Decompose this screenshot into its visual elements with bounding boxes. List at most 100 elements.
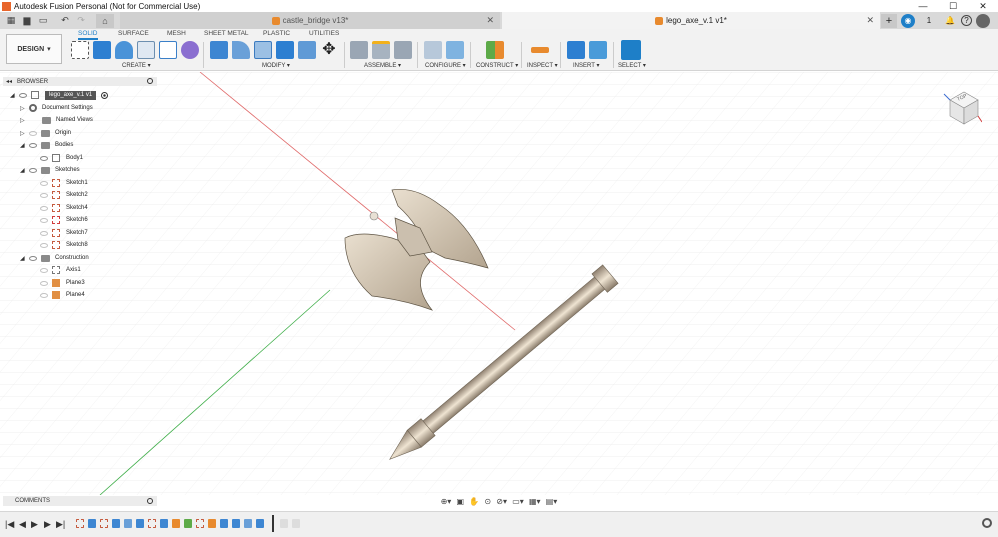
browser-panel-header[interactable]: ◂◂ BROWSER: [3, 77, 157, 86]
close-tab-icon[interactable]: ✕: [486, 15, 494, 26]
combine-icon[interactable]: [276, 41, 294, 59]
shell-icon[interactable]: [254, 41, 272, 59]
visibility-eye-icon[interactable]: [29, 255, 37, 261]
timeline-sketch-feature[interactable]: [100, 519, 108, 528]
workspace-switcher[interactable]: DESIGN ▾: [6, 34, 62, 64]
assemble-menu[interactable]: ASSEMBLE ▾: [364, 62, 401, 69]
minimize-button[interactable]: —: [908, 0, 938, 12]
timeline-play-button[interactable]: ▶: [31, 519, 38, 530]
visibility-eye-icon[interactable]: [29, 130, 37, 136]
timeline-sketch-feature[interactable]: [76, 519, 84, 528]
zoom-icon[interactable]: ⊙: [484, 497, 491, 506]
help-icon[interactable]: ?: [961, 15, 972, 26]
user-avatar[interactable]: [976, 13, 990, 28]
timeline-extrude-feature[interactable]: [88, 519, 96, 528]
grid-settings-icon[interactable]: ▦▾: [529, 497, 541, 506]
timeline-extrude-feature[interactable]: [220, 519, 228, 528]
undo-icon[interactable]: ↶: [58, 14, 72, 28]
browser-item-plane[interactable]: Plane3: [40, 278, 85, 288]
browser-pin-icon[interactable]: [147, 78, 153, 84]
visibility-eye-icon[interactable]: [40, 242, 48, 248]
look-at-icon[interactable]: ▣: [457, 497, 465, 506]
timeline-extrude-feature[interactable]: [232, 519, 240, 528]
timeline-extrude-feature[interactable]: [160, 519, 168, 528]
visibility-eye-icon[interactable]: [40, 292, 48, 298]
browser-item-construction[interactable]: ◢ Construction: [20, 253, 89, 263]
select-menu[interactable]: SELECT ▾: [618, 62, 646, 69]
new-component-icon[interactable]: [350, 41, 368, 59]
hole-icon[interactable]: [137, 41, 155, 59]
pan-icon[interactable]: ✋: [469, 497, 479, 506]
new-tab-icon[interactable]: +: [881, 13, 897, 28]
timeline-construct-feature[interactable]: [184, 519, 192, 528]
insert-menu[interactable]: INSERT ▾: [573, 62, 599, 69]
visibility-eye-icon[interactable]: [40, 217, 48, 223]
browser-item-plane[interactable]: Plane4: [40, 290, 85, 300]
comments-add-icon[interactable]: [147, 498, 153, 504]
3d-viewport[interactable]: [0, 72, 998, 495]
configure-menu[interactable]: CONFIGURE ▾: [425, 62, 466, 69]
tab-surface[interactable]: SURFACE: [118, 30, 149, 37]
job-status-icon[interactable]: 1: [919, 14, 939, 28]
press-pull-icon[interactable]: [210, 41, 228, 59]
collapse-browser-icon[interactable]: ◂◂: [6, 78, 12, 85]
visibility-eye-icon[interactable]: [40, 205, 48, 211]
timeline-sketch-feature[interactable]: [148, 519, 156, 528]
measure-icon[interactable]: [531, 47, 549, 53]
home-icon[interactable]: ⌂: [96, 13, 114, 28]
as-built-joint-icon[interactable]: [394, 41, 412, 59]
browser-item-sketch[interactable]: Sketch6: [40, 215, 88, 225]
visibility-eye-icon[interactable]: [29, 167, 37, 173]
browser-item-named-views[interactable]: ▷ Named Views: [20, 115, 93, 125]
expand-triangle-icon[interactable]: ▷: [20, 130, 26, 137]
browser-item-sketch[interactable]: Sketch1: [40, 178, 88, 188]
viewports-icon[interactable]: ▤▾: [546, 497, 558, 506]
viewcube[interactable]: TOP: [942, 88, 983, 128]
create-sketch-icon[interactable]: [71, 41, 89, 59]
timeline-plane-feature[interactable]: [172, 519, 180, 528]
data-panel-icon[interactable]: ▦: [4, 14, 18, 28]
timeline-marker[interactable]: [272, 515, 274, 532]
tab-plastic[interactable]: PLASTIC: [263, 30, 290, 37]
extrude-icon[interactable]: [93, 41, 111, 59]
timeline-prev-button[interactable]: ◀: [19, 519, 26, 530]
browser-root[interactable]: ◢ lego_axe_v.1 v1: [10, 90, 109, 100]
browser-item-axis[interactable]: Axis1: [40, 265, 81, 275]
timeline-sketch-feature[interactable]: [196, 519, 204, 528]
timeline-next-button[interactable]: ▶: [44, 519, 51, 530]
browser-item-origin[interactable]: ▷ Origin: [20, 128, 71, 138]
pattern-icon[interactable]: [159, 41, 177, 59]
inspect-menu[interactable]: INSPECT ▾: [527, 62, 558, 69]
construct-menu[interactable]: CONSTRUCT ▾: [476, 62, 518, 69]
create-form-icon[interactable]: [181, 41, 199, 59]
visibility-eye-icon[interactable]: [40, 180, 48, 186]
configure-table-icon[interactable]: [446, 41, 464, 59]
expand-triangle-icon[interactable]: ◢: [10, 92, 16, 99]
online-status-icon[interactable]: ◉: [901, 13, 915, 28]
timeline-revolve-feature[interactable]: [124, 519, 132, 528]
offset-plane-icon[interactable]: [486, 41, 504, 59]
visibility-eye-icon[interactable]: [19, 92, 27, 98]
browser-item-document-settings[interactable]: ▷ Document Settings: [20, 103, 93, 113]
comments-panel-header[interactable]: COMMENTS: [3, 496, 157, 506]
timeline-extrude-feature[interactable]: [256, 519, 264, 528]
redo-icon[interactable]: ↷: [74, 14, 88, 28]
joint-icon[interactable]: [372, 41, 390, 59]
insert-image-icon[interactable]: [589, 41, 607, 59]
timeline-fillet-feature[interactable]: [244, 519, 252, 528]
visibility-eye-icon[interactable]: [40, 192, 48, 198]
display-settings-icon[interactable]: ▭▾: [512, 497, 524, 506]
browser-item-sketch[interactable]: Sketch7: [40, 228, 88, 238]
close-tab-icon[interactable]: ✕: [866, 15, 874, 26]
move-copy-icon[interactable]: ✥: [320, 41, 338, 59]
timeline-extrude-feature[interactable]: [136, 519, 144, 528]
select-icon[interactable]: [621, 40, 641, 60]
tab-solid[interactable]: SOLID: [78, 30, 98, 40]
visibility-eye-icon[interactable]: [29, 142, 37, 148]
align-icon[interactable]: [298, 41, 316, 59]
tab-lego-axe[interactable]: lego_axe_v.1 v1* ✕: [502, 12, 880, 29]
tab-sheet-metal[interactable]: SHEET METAL: [204, 30, 249, 37]
close-window-button[interactable]: ✕: [968, 0, 998, 12]
browser-item-sketch[interactable]: Sketch8: [40, 240, 88, 250]
browser-item-bodies[interactable]: ◢ Bodies: [20, 140, 73, 150]
